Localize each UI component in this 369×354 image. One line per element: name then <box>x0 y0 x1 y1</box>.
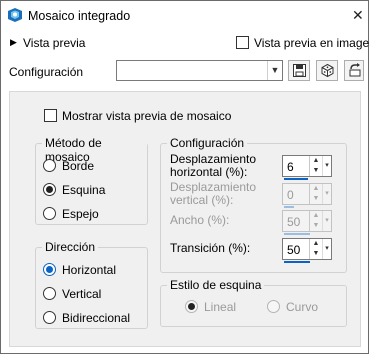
reset-icon <box>349 63 361 77</box>
slider-dropdown-icon[interactable]: ▾ <box>322 239 331 259</box>
horizontal-offset-value[interactable]: 6 <box>287 160 294 174</box>
spin-down-icon[interactable]: ▼ <box>311 249 321 259</box>
window-title: Mosaico integrado <box>28 9 131 23</box>
horizontal-offset-label-line2: horizontal (%): <box>170 165 248 179</box>
method-edge-radio[interactable] <box>43 159 56 172</box>
show-mosaic-preview-checkbox[interactable] <box>44 109 57 122</box>
direction-group: Dirección Horizontal Vertical Bidireccio… <box>35 240 148 329</box>
width-label: Ancho (%): <box>170 213 230 227</box>
transition-value[interactable]: 50 <box>287 243 300 257</box>
vertical-offset-value[interactable]: 0 <box>287 188 294 202</box>
preview-toggle-label[interactable]: Vista previa <box>23 36 85 50</box>
spin-up-icon[interactable]: ▲ <box>311 211 321 221</box>
horizontal-offset-label: Desplazamiento horizontal (%): <box>170 153 256 179</box>
direction-title: Dirección <box>42 240 99 254</box>
title-bar: Mosaico integrado ✕ <box>1 1 368 31</box>
randomize-icon <box>321 63 334 78</box>
transition-label: Transición (%): <box>170 241 251 255</box>
spinner-buttons: ▲ ▼ ▾ <box>309 211 331 231</box>
corner-curved-radio[interactable] <box>267 300 280 313</box>
tiling-method-title: Método de mosaico <box>42 136 147 164</box>
direction-horizontal-radio[interactable] <box>43 263 56 276</box>
spinner-buttons: ▲ ▼ ▾ <box>309 239 331 259</box>
spinner-buttons: ▲ ▼ ▾ <box>309 156 331 176</box>
direction-vertical-label[interactable]: Vertical <box>62 287 101 301</box>
direction-bidirectional-radio[interactable] <box>43 311 56 324</box>
settings-title: Configuración <box>167 136 248 150</box>
vertical-offset-spinner[interactable]: 0 ▲ ▼ ▾ <box>282 183 332 208</box>
slider-dropdown-icon[interactable]: ▾ <box>322 184 331 204</box>
vertical-offset-label-line1: Desplazamiento <box>170 180 257 194</box>
corner-curved-label[interactable]: Curvo <box>286 300 318 314</box>
transition-spinner[interactable]: 50 ▲ ▼ ▾ <box>282 238 332 263</box>
reset-button[interactable] <box>344 60 364 81</box>
width-value[interactable]: 50 <box>287 215 300 229</box>
preview-on-image-checkbox[interactable] <box>236 36 249 49</box>
spin-down-icon[interactable]: ▼ <box>311 221 321 231</box>
method-mirror-label[interactable]: Espejo <box>62 207 99 221</box>
horizontal-offset-slider[interactable] <box>284 178 308 180</box>
dialog-window: Mosaico integrado ✕ ▶ Vista previa Vista… <box>0 0 369 354</box>
spin-up-icon[interactable]: ▲ <box>311 239 321 249</box>
save-preset-icon <box>293 64 306 77</box>
chevron-down-icon[interactable]: ▼ <box>267 61 282 80</box>
spin-up-icon[interactable]: ▲ <box>311 156 321 166</box>
method-mirror-radio[interactable] <box>43 207 56 220</box>
preset-label: Configuración <box>9 65 84 79</box>
vertical-offset-slider[interactable] <box>284 206 294 208</box>
spin-down-icon[interactable]: ▼ <box>311 194 321 204</box>
slider-dropdown-icon[interactable]: ▾ <box>322 156 331 176</box>
psp-app-icon <box>8 8 22 22</box>
expand-arrow-icon[interactable]: ▶ <box>10 37 17 48</box>
slider-dropdown-icon[interactable]: ▾ <box>322 211 331 231</box>
method-corner-radio[interactable] <box>43 183 56 196</box>
corner-style-title: Estilo de esquina <box>167 278 265 292</box>
transition-slider[interactable] <box>284 261 310 263</box>
direction-bidirectional-label[interactable]: Bidireccional <box>62 311 130 325</box>
horizontal-offset-spinner[interactable]: 6 ▲ ▼ ▾ <box>282 155 332 180</box>
corner-linear-radio[interactable] <box>185 300 198 313</box>
preset-bar: Configuración ▼ <box>1 56 368 86</box>
width-slider[interactable] <box>284 233 310 235</box>
preview-bar: ▶ Vista previa Vista previa en imagen <box>1 31 369 55</box>
show-mosaic-preview-label[interactable]: Mostrar vista previa de mosaico <box>62 109 231 123</box>
method-edge-label[interactable]: Borde <box>62 159 94 173</box>
width-spinner[interactable]: 50 ▲ ▼ ▾ <box>282 210 332 235</box>
spin-up-icon[interactable]: ▲ <box>311 184 321 194</box>
settings-group: Configuración Desplazamiento horizontal … <box>160 136 347 273</box>
randomize-button[interactable] <box>316 60 338 81</box>
preview-on-image-label[interactable]: Vista previa en imagen <box>254 36 369 50</box>
vertical-offset-label-line2: vertical (%): <box>170 193 234 207</box>
method-corner-label[interactable]: Esquina <box>62 183 105 197</box>
corner-linear-label[interactable]: Lineal <box>204 300 236 314</box>
spin-down-icon[interactable]: ▼ <box>311 166 321 176</box>
direction-vertical-radio[interactable] <box>43 287 56 300</box>
vertical-offset-label: Desplazamiento vertical (%): <box>170 181 256 207</box>
preset-dropdown[interactable]: ▼ <box>116 60 283 81</box>
close-icon[interactable]: ✕ <box>352 7 364 24</box>
direction-horizontal-label[interactable]: Horizontal <box>62 263 116 277</box>
horizontal-offset-label-line1: Desplazamiento <box>170 152 257 166</box>
save-preset-button[interactable] <box>288 60 310 81</box>
corner-style-group: Estilo de esquina Lineal Curvo <box>160 278 347 327</box>
options-panel: Mostrar vista previa de mosaico Método d… <box>9 91 361 347</box>
spinner-buttons: ▲ ▼ ▾ <box>309 184 331 204</box>
tiling-method-group: Método de mosaico Borde Esquina Espejo <box>35 136 148 225</box>
